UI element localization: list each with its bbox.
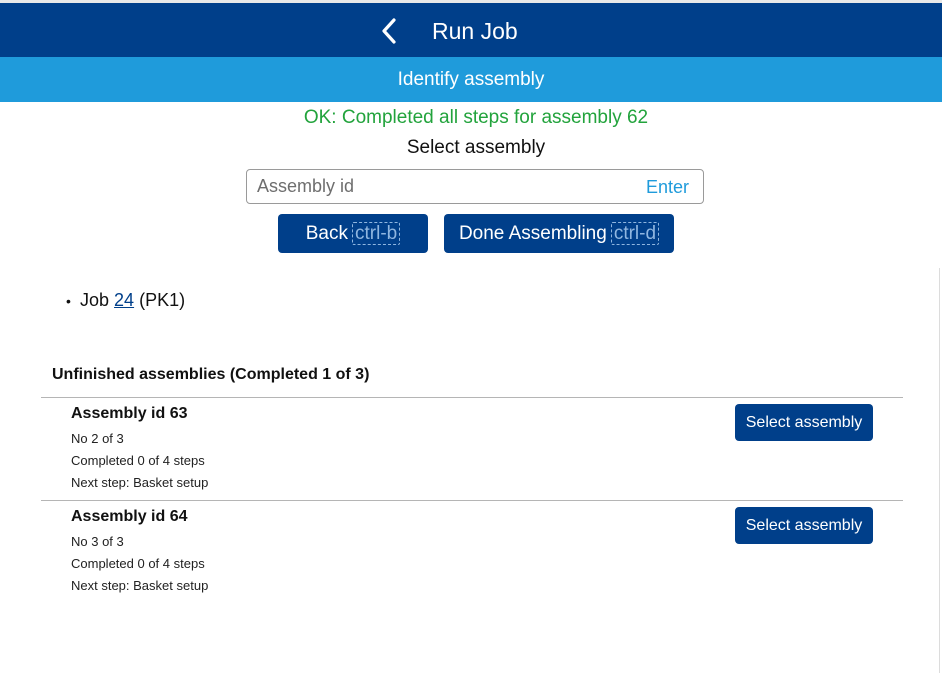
assembly-position: No 3 of 3 bbox=[71, 534, 124, 549]
assembly-title: Assembly id 63 bbox=[71, 405, 188, 422]
select-assembly-label: Select assembly bbox=[406, 137, 546, 158]
done-assembling-button[interactable]: Done Assembling ctrl-d bbox=[444, 214, 674, 253]
assembly-progress: Completed 0 of 4 steps bbox=[71, 556, 205, 571]
job-link[interactable]: 24 bbox=[114, 290, 134, 310]
select-assembly-button[interactable]: Select assembly bbox=[735, 404, 873, 441]
assembly-id-input[interactable] bbox=[247, 170, 647, 203]
enter-hint[interactable]: Enter bbox=[646, 176, 689, 198]
job-prefix: Job bbox=[80, 290, 110, 310]
job-info: • Job 24 (PK1) bbox=[66, 288, 185, 313]
unfinished-assemblies-title: Unfinished assemblies (Completed 1 of 3) bbox=[52, 366, 370, 383]
scrollbar-track[interactable] bbox=[939, 268, 940, 673]
page-title: Run Job bbox=[432, 18, 518, 44]
assembly-row: Assembly id 63 No 2 of 3 Completed 0 of … bbox=[41, 397, 903, 499]
done-button-label: Done Assembling bbox=[458, 223, 607, 244]
bullet-icon: • bbox=[66, 293, 71, 309]
assembly-next-step: Next step: Basket setup bbox=[71, 475, 209, 490]
assembly-row: Assembly id 64 No 3 of 3 Completed 0 of … bbox=[41, 500, 903, 602]
back-button[interactable]: Back ctrl-b bbox=[278, 214, 428, 253]
back-shortcut-hint: ctrl-b bbox=[352, 222, 401, 245]
assembly-id-field: Enter bbox=[246, 169, 704, 204]
subheader-title: Identify assembly bbox=[0, 57, 942, 102]
assembly-title: Assembly id 64 bbox=[71, 508, 188, 525]
chevron-left-icon[interactable] bbox=[378, 17, 402, 45]
select-assembly-button[interactable]: Select assembly bbox=[735, 507, 873, 544]
job-suffix: (PK1) bbox=[139, 290, 186, 310]
assembly-progress: Completed 0 of 4 steps bbox=[71, 453, 205, 468]
done-shortcut-hint: ctrl-d bbox=[610, 222, 660, 245]
assembly-position: No 2 of 3 bbox=[71, 431, 124, 446]
app-header: Run Job bbox=[0, 3, 942, 57]
status-message: OK: Completed all steps for assembly 62 bbox=[303, 107, 649, 128]
back-button-label: Back bbox=[305, 223, 348, 244]
assembly-next-step: Next step: Basket setup bbox=[71, 578, 209, 593]
